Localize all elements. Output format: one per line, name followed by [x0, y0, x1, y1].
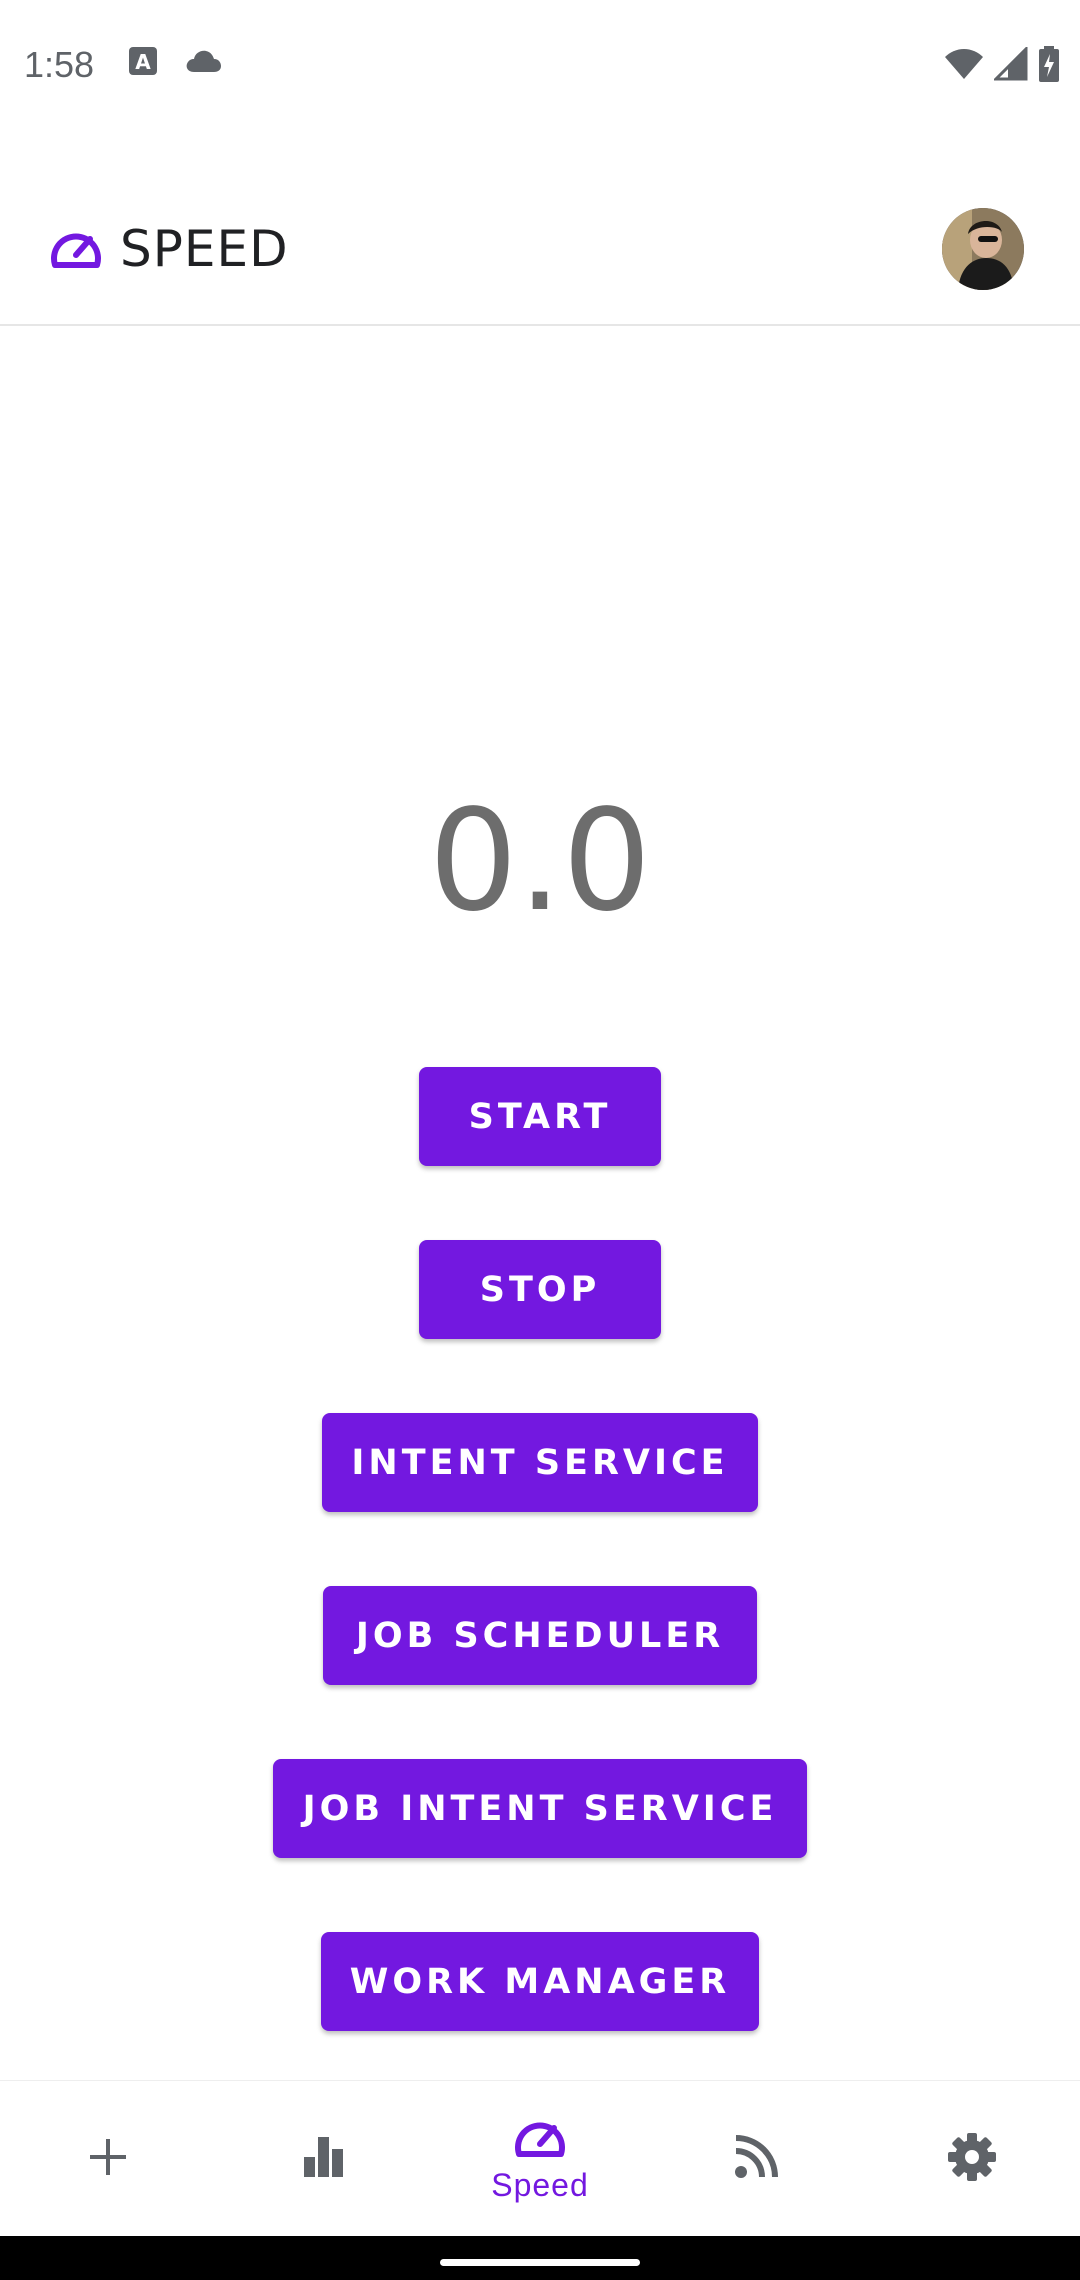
app-title: SPEED [120, 220, 289, 278]
plus-icon [86, 2135, 130, 2184]
wifi-icon [944, 47, 984, 86]
cloud-icon [184, 48, 222, 79]
job-intent-service-button[interactable]: JOB INTENT SERVICE [273, 1759, 807, 1858]
signal-icon [992, 45, 1028, 86]
nav-add[interactable] [0, 2081, 216, 2237]
status-bar: 1:58 A [0, 0, 1080, 136]
work-manager-button[interactable]: WORK MANAGER [321, 1932, 759, 2031]
battery-charging-icon [1038, 46, 1060, 87]
start-button[interactable]: START [419, 1067, 661, 1166]
bar-chart-icon [300, 2133, 348, 2186]
home-handle[interactable] [440, 2259, 640, 2266]
app-bar: SPEED [0, 136, 1080, 326]
text-a-icon: A [128, 46, 158, 81]
nav-feed[interactable] [648, 2081, 864, 2237]
gear-icon [946, 2131, 998, 2188]
status-right-icons [944, 45, 1060, 87]
avatar[interactable] [942, 208, 1024, 290]
status-time: 1:58 [24, 44, 95, 85]
speed-value: 0.0 [428, 780, 652, 943]
system-nav-bar [0, 2236, 1080, 2280]
speedometer-icon [512, 2114, 568, 2163]
intent-service-button[interactable]: INTENT SERVICE [322, 1413, 758, 1512]
status-left-icons: A [128, 46, 222, 81]
speedometer-icon [48, 225, 104, 274]
nav-stats[interactable] [216, 2081, 432, 2237]
nav-settings[interactable] [864, 2081, 1080, 2237]
bottom-nav: Speed [0, 2080, 1080, 2236]
rss-feed-icon [732, 2133, 780, 2186]
svg-text:A: A [135, 50, 151, 74]
job-scheduler-button[interactable]: JOB SCHEDULER [323, 1586, 757, 1685]
stop-button[interactable]: STOP [419, 1240, 661, 1339]
nav-speed-label: Speed [491, 2167, 589, 2203]
nav-speed[interactable]: Speed [432, 2081, 648, 2237]
brand: SPEED [48, 220, 289, 278]
